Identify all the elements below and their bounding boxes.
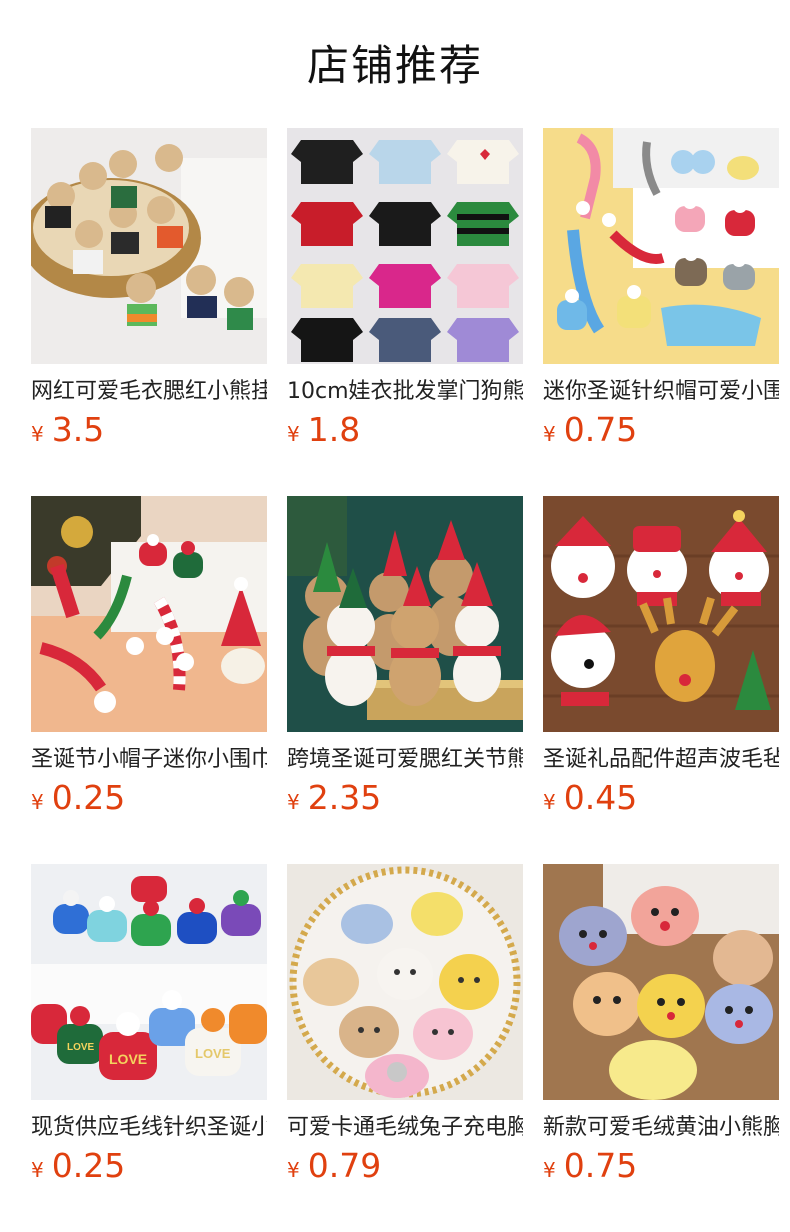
product-card[interactable]: 可爱卡通毛绒兔子充电胸针 ¥ 0.79 (287, 864, 523, 1232)
product-image[interactable] (287, 864, 523, 1100)
product-card[interactable]: 10cm娃衣批发掌门狗熊毛衣 ¥ 1.8 (287, 128, 523, 496)
product-price: ¥ 0.75 (543, 1146, 779, 1186)
product-title[interactable]: 新款可爱毛绒黄油小熊胸针 (543, 1113, 779, 1143)
svg-text:LOVE: LOVE (67, 1042, 95, 1053)
product-grid: 网红可爱毛衣腮红小熊挂件 ¥ 3.5 (31, 128, 779, 1232)
price-value: 0.25 (51, 778, 126, 817)
product-price: ¥ 0.45 (543, 778, 779, 818)
product-price: ¥ 0.25 (31, 778, 267, 818)
product-title[interactable]: 网红可爱毛衣腮红小熊挂件 (31, 377, 267, 407)
price-value: 0.45 (563, 778, 638, 817)
price-value: 0.75 (563, 1146, 638, 1185)
currency-symbol: ¥ (543, 790, 556, 814)
section-header: 店铺推荐 (0, 0, 790, 128)
product-image[interactable]: LOVE LOVE LOVE (31, 864, 267, 1100)
price-value: 0.79 (307, 1146, 382, 1185)
product-title[interactable]: 跨境圣诞可爱腮红关节熊公仔 (287, 745, 523, 775)
section-title: 店铺推荐 (306, 40, 483, 90)
currency-symbol: ¥ (31, 790, 44, 814)
product-card[interactable]: 圣诞礼品配件超声波毛毡贴片 ¥ 0.45 (543, 496, 779, 864)
currency-symbol: ¥ (31, 422, 44, 446)
product-card[interactable]: 迷你圣诞针织帽可爱小围巾 ¥ 0.75 (543, 128, 779, 496)
product-image[interactable] (543, 496, 779, 732)
product-title[interactable]: 现货供应毛线针织圣诞小帽子 (31, 1113, 267, 1143)
product-price: ¥ 0.75 (543, 410, 779, 450)
product-card[interactable]: LOVE LOVE LOVE 现货供应毛线针织圣诞小帽子 ¥ 0.25 (31, 864, 267, 1232)
product-price: ¥ 0.79 (287, 1146, 523, 1186)
product-image[interactable] (287, 496, 523, 732)
product-title[interactable]: 圣诞节小帽子迷你小围巾配件 (31, 745, 267, 775)
product-image[interactable] (31, 128, 267, 364)
product-title[interactable]: 圣诞礼品配件超声波毛毡贴片 (543, 745, 779, 775)
price-value: 1.8 (307, 410, 361, 449)
product-title[interactable]: 可爱卡通毛绒兔子充电胸针 (287, 1113, 523, 1143)
product-image[interactable] (543, 128, 779, 364)
currency-symbol: ¥ (543, 422, 556, 446)
currency-symbol: ¥ (31, 1158, 44, 1182)
svg-text:LOVE: LOVE (195, 1046, 231, 1061)
currency-symbol: ¥ (287, 422, 300, 446)
currency-symbol: ¥ (543, 1158, 556, 1182)
currency-symbol: ¥ (287, 1158, 300, 1182)
product-card[interactable]: 跨境圣诞可爱腮红关节熊公仔 ¥ 2.35 (287, 496, 523, 864)
product-image[interactable] (31, 496, 267, 732)
product-card[interactable]: 网红可爱毛衣腮红小熊挂件 ¥ 3.5 (31, 128, 267, 496)
price-value: 0.75 (563, 410, 638, 449)
product-image[interactable] (287, 128, 523, 364)
product-title[interactable]: 迷你圣诞针织帽可爱小围巾 (543, 377, 779, 407)
svg-text:LOVE: LOVE (109, 1051, 147, 1067)
product-price: ¥ 0.25 (31, 1146, 267, 1186)
product-image[interactable] (543, 864, 779, 1100)
product-card[interactable]: 圣诞节小帽子迷你小围巾配件 ¥ 0.25 (31, 496, 267, 864)
currency-symbol: ¥ (287, 790, 300, 814)
product-price: ¥ 2.35 (287, 778, 523, 818)
price-value: 3.5 (51, 410, 105, 449)
price-value: 2.35 (307, 778, 382, 817)
product-price: ¥ 3.5 (31, 410, 267, 450)
product-card[interactable]: 新款可爱毛绒黄油小熊胸针 ¥ 0.75 (543, 864, 779, 1232)
price-value: 0.25 (51, 1146, 126, 1185)
product-title[interactable]: 10cm娃衣批发掌门狗熊毛衣 (287, 377, 523, 407)
product-price: ¥ 1.8 (287, 410, 523, 450)
